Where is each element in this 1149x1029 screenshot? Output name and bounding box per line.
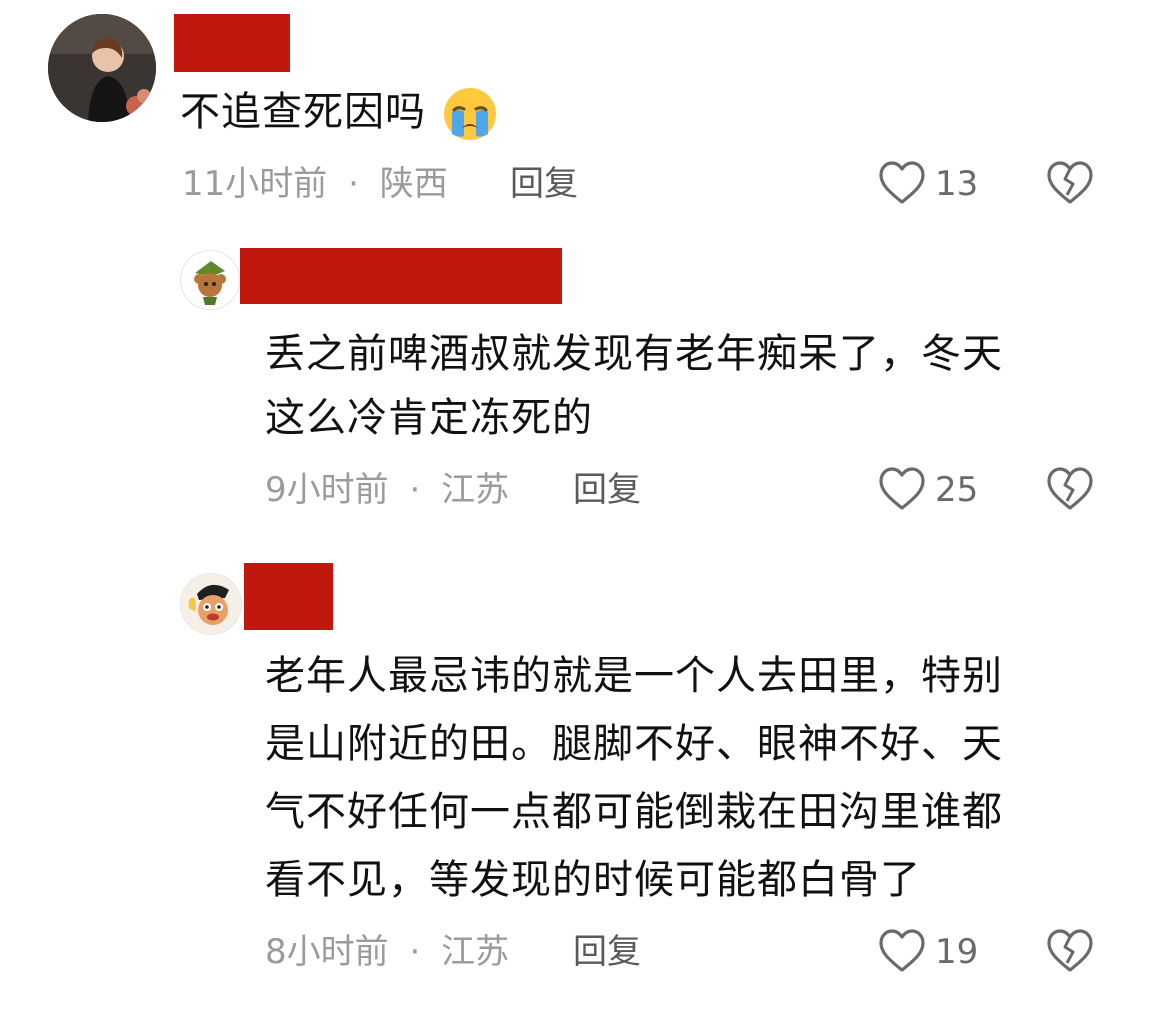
comment-text-line: 气不好任何一点都可能倒栽在田沟里谁都: [265, 789, 1003, 835]
comment-location: 江苏: [441, 932, 510, 972]
like-count: 25: [935, 470, 979, 510]
comment-text-line: 这么冷肯定冻死的: [265, 395, 593, 441]
reply-button[interactable]: 回复: [573, 468, 641, 512]
like-heart-icon[interactable]: [878, 928, 926, 974]
reply-button[interactable]: 回复: [510, 162, 578, 206]
comment-text-line: 是山附近的田。腿脚不好、眼神不好、天: [265, 721, 1003, 767]
comment-location: 陕西: [379, 164, 448, 204]
user-avatar[interactable]: [180, 250, 240, 310]
redacted-username: [244, 563, 333, 630]
like-heart-icon[interactable]: [878, 466, 926, 512]
comment-text-line: 丢之前啤酒叔就发现有老年痴呆了，冬天: [265, 331, 1003, 377]
comment-text-line: 看不见，等发现的时候可能都白骨了: [265, 857, 921, 903]
like-count: 19: [935, 932, 979, 972]
comment-text: 不追查死因吗: [180, 80, 498, 144]
dislike-broken-heart-icon[interactable]: [1046, 928, 1094, 974]
user-avatar[interactable]: [180, 573, 242, 635]
dislike-broken-heart-icon[interactable]: [1046, 466, 1094, 512]
comment-time: 11小时前: [182, 164, 328, 204]
comment-meta: 8小时前 · 江苏: [265, 930, 509, 974]
meta-separator: ·: [409, 470, 421, 510]
redacted-username: [240, 248, 562, 304]
comment-time: 9小时前: [265, 470, 389, 510]
reply-button[interactable]: 回复: [573, 930, 641, 974]
meta-separator: ·: [348, 164, 359, 204]
crying-face-emoji: [442, 86, 498, 142]
comment-meta: 11小时前 · 陕西: [182, 162, 448, 206]
comment-time: 8小时前: [265, 932, 389, 972]
meta-separator: ·: [409, 932, 421, 972]
like-count: 13: [935, 164, 979, 204]
comment-meta: 9小时前 · 江苏: [265, 468, 509, 512]
redacted-username: [174, 14, 290, 72]
user-avatar[interactable]: [48, 14, 156, 122]
dislike-broken-heart-icon[interactable]: [1046, 160, 1094, 206]
comment-text-line: 老年人最忌讳的就是一个人去田里，特别: [265, 653, 1003, 699]
like-heart-icon[interactable]: [878, 160, 926, 206]
comment-location: 江苏: [441, 470, 510, 510]
